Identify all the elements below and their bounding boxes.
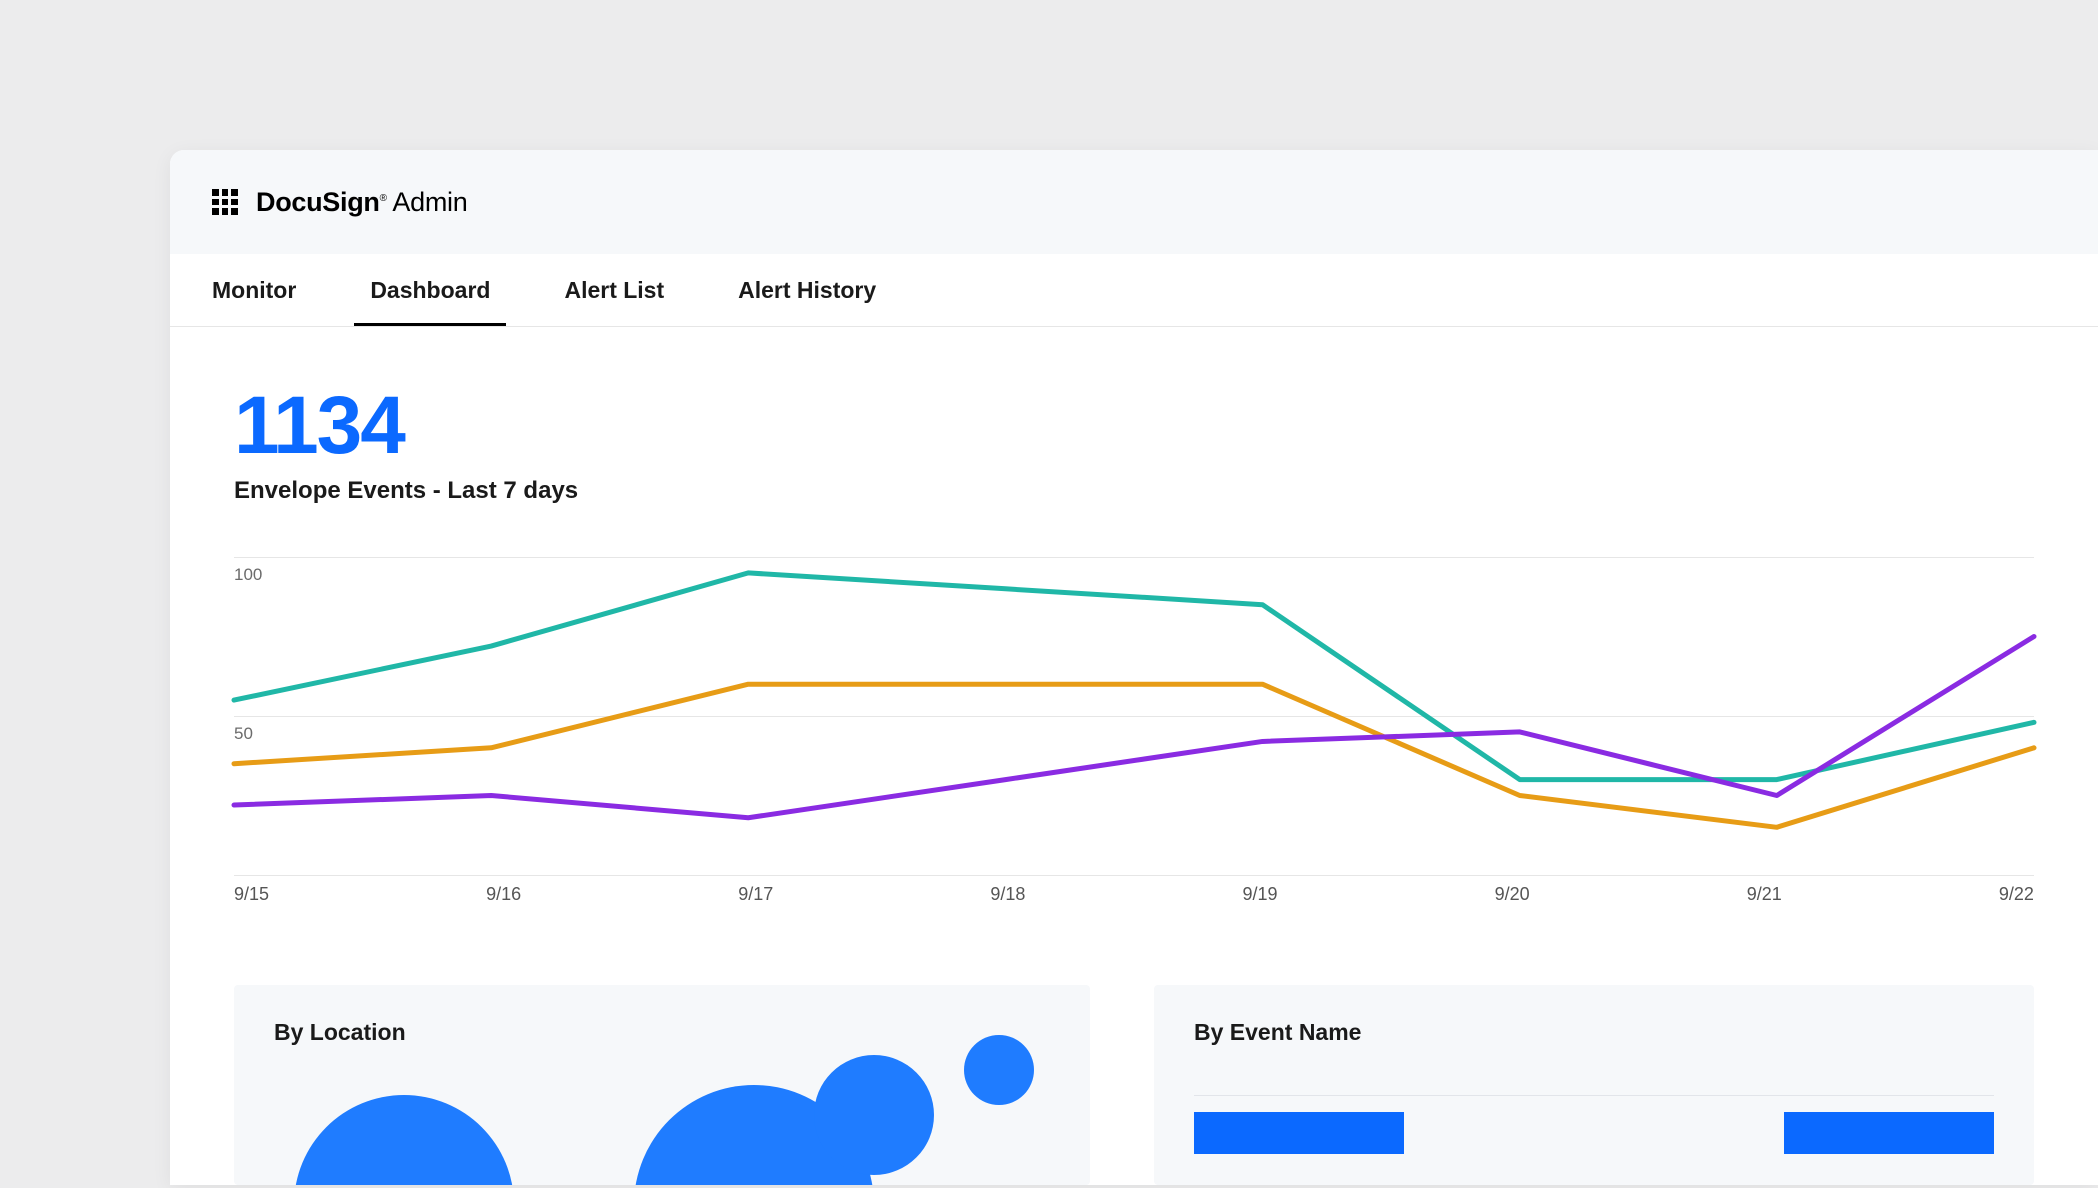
line-series-teal xyxy=(234,573,2034,780)
envelope-events-chart: 100 50 9/15 9/16 9/17 9/18 9/19 9/20 9/2… xyxy=(234,557,2034,875)
x-tick: 9/17 xyxy=(738,884,773,905)
tab-alert-history[interactable]: Alert History xyxy=(738,255,876,326)
nav-bar: Monitor Dashboard Alert List Alert Histo… xyxy=(170,254,2098,327)
tab-alert-list[interactable]: Alert List xyxy=(564,255,664,326)
event-bar-1 xyxy=(1194,1112,1404,1154)
event-bar-row xyxy=(1194,1095,1994,1154)
admin-window: DocuSign® Admin Monitor Dashboard Alert … xyxy=(170,150,2098,1185)
x-tick: 9/22 xyxy=(1999,884,2034,905)
app-switcher-icon[interactable] xyxy=(212,189,238,215)
x-axis-ticks: 9/15 9/16 9/17 9/18 9/19 9/20 9/21 9/22 xyxy=(234,884,2034,905)
card-by-location: By Location xyxy=(234,985,1090,1185)
line-series-orange xyxy=(234,684,2034,827)
brand-suffix: Admin xyxy=(392,187,467,217)
metric-value: 1134 xyxy=(234,385,2034,467)
x-tick: 9/20 xyxy=(1495,884,1530,905)
event-bar-2 xyxy=(1784,1112,1994,1154)
card-title-event: By Event Name xyxy=(1194,1019,1994,1046)
x-tick: 9/15 xyxy=(234,884,269,905)
x-tick: 9/16 xyxy=(486,884,521,905)
x-tick: 9/19 xyxy=(1243,884,1278,905)
cards-row: By Location By Event Name xyxy=(234,985,2034,1185)
dashboard-content: 1134 Envelope Events - Last 7 days 100 5… xyxy=(170,327,2098,1185)
line-series-purple xyxy=(234,637,2034,818)
bubble-small xyxy=(964,1035,1034,1105)
tab-monitor[interactable]: Monitor xyxy=(212,255,296,326)
x-tick: 9/21 xyxy=(1747,884,1782,905)
bubble-large-1 xyxy=(294,1095,514,1185)
x-tick: 9/18 xyxy=(990,884,1025,905)
brand-title: DocuSign® Admin xyxy=(256,187,467,218)
card-by-event-name: By Event Name xyxy=(1154,985,2034,1185)
bubble-medium xyxy=(814,1055,934,1175)
line-chart-svg xyxy=(234,557,2034,875)
metric-label: Envelope Events - Last 7 days xyxy=(234,477,2034,505)
card-title-location: By Location xyxy=(274,1019,1050,1046)
top-bar: DocuSign® Admin xyxy=(170,150,2098,254)
tab-dashboard[interactable]: Dashboard xyxy=(370,255,490,326)
brand-prefix: DocuSign xyxy=(256,187,380,217)
